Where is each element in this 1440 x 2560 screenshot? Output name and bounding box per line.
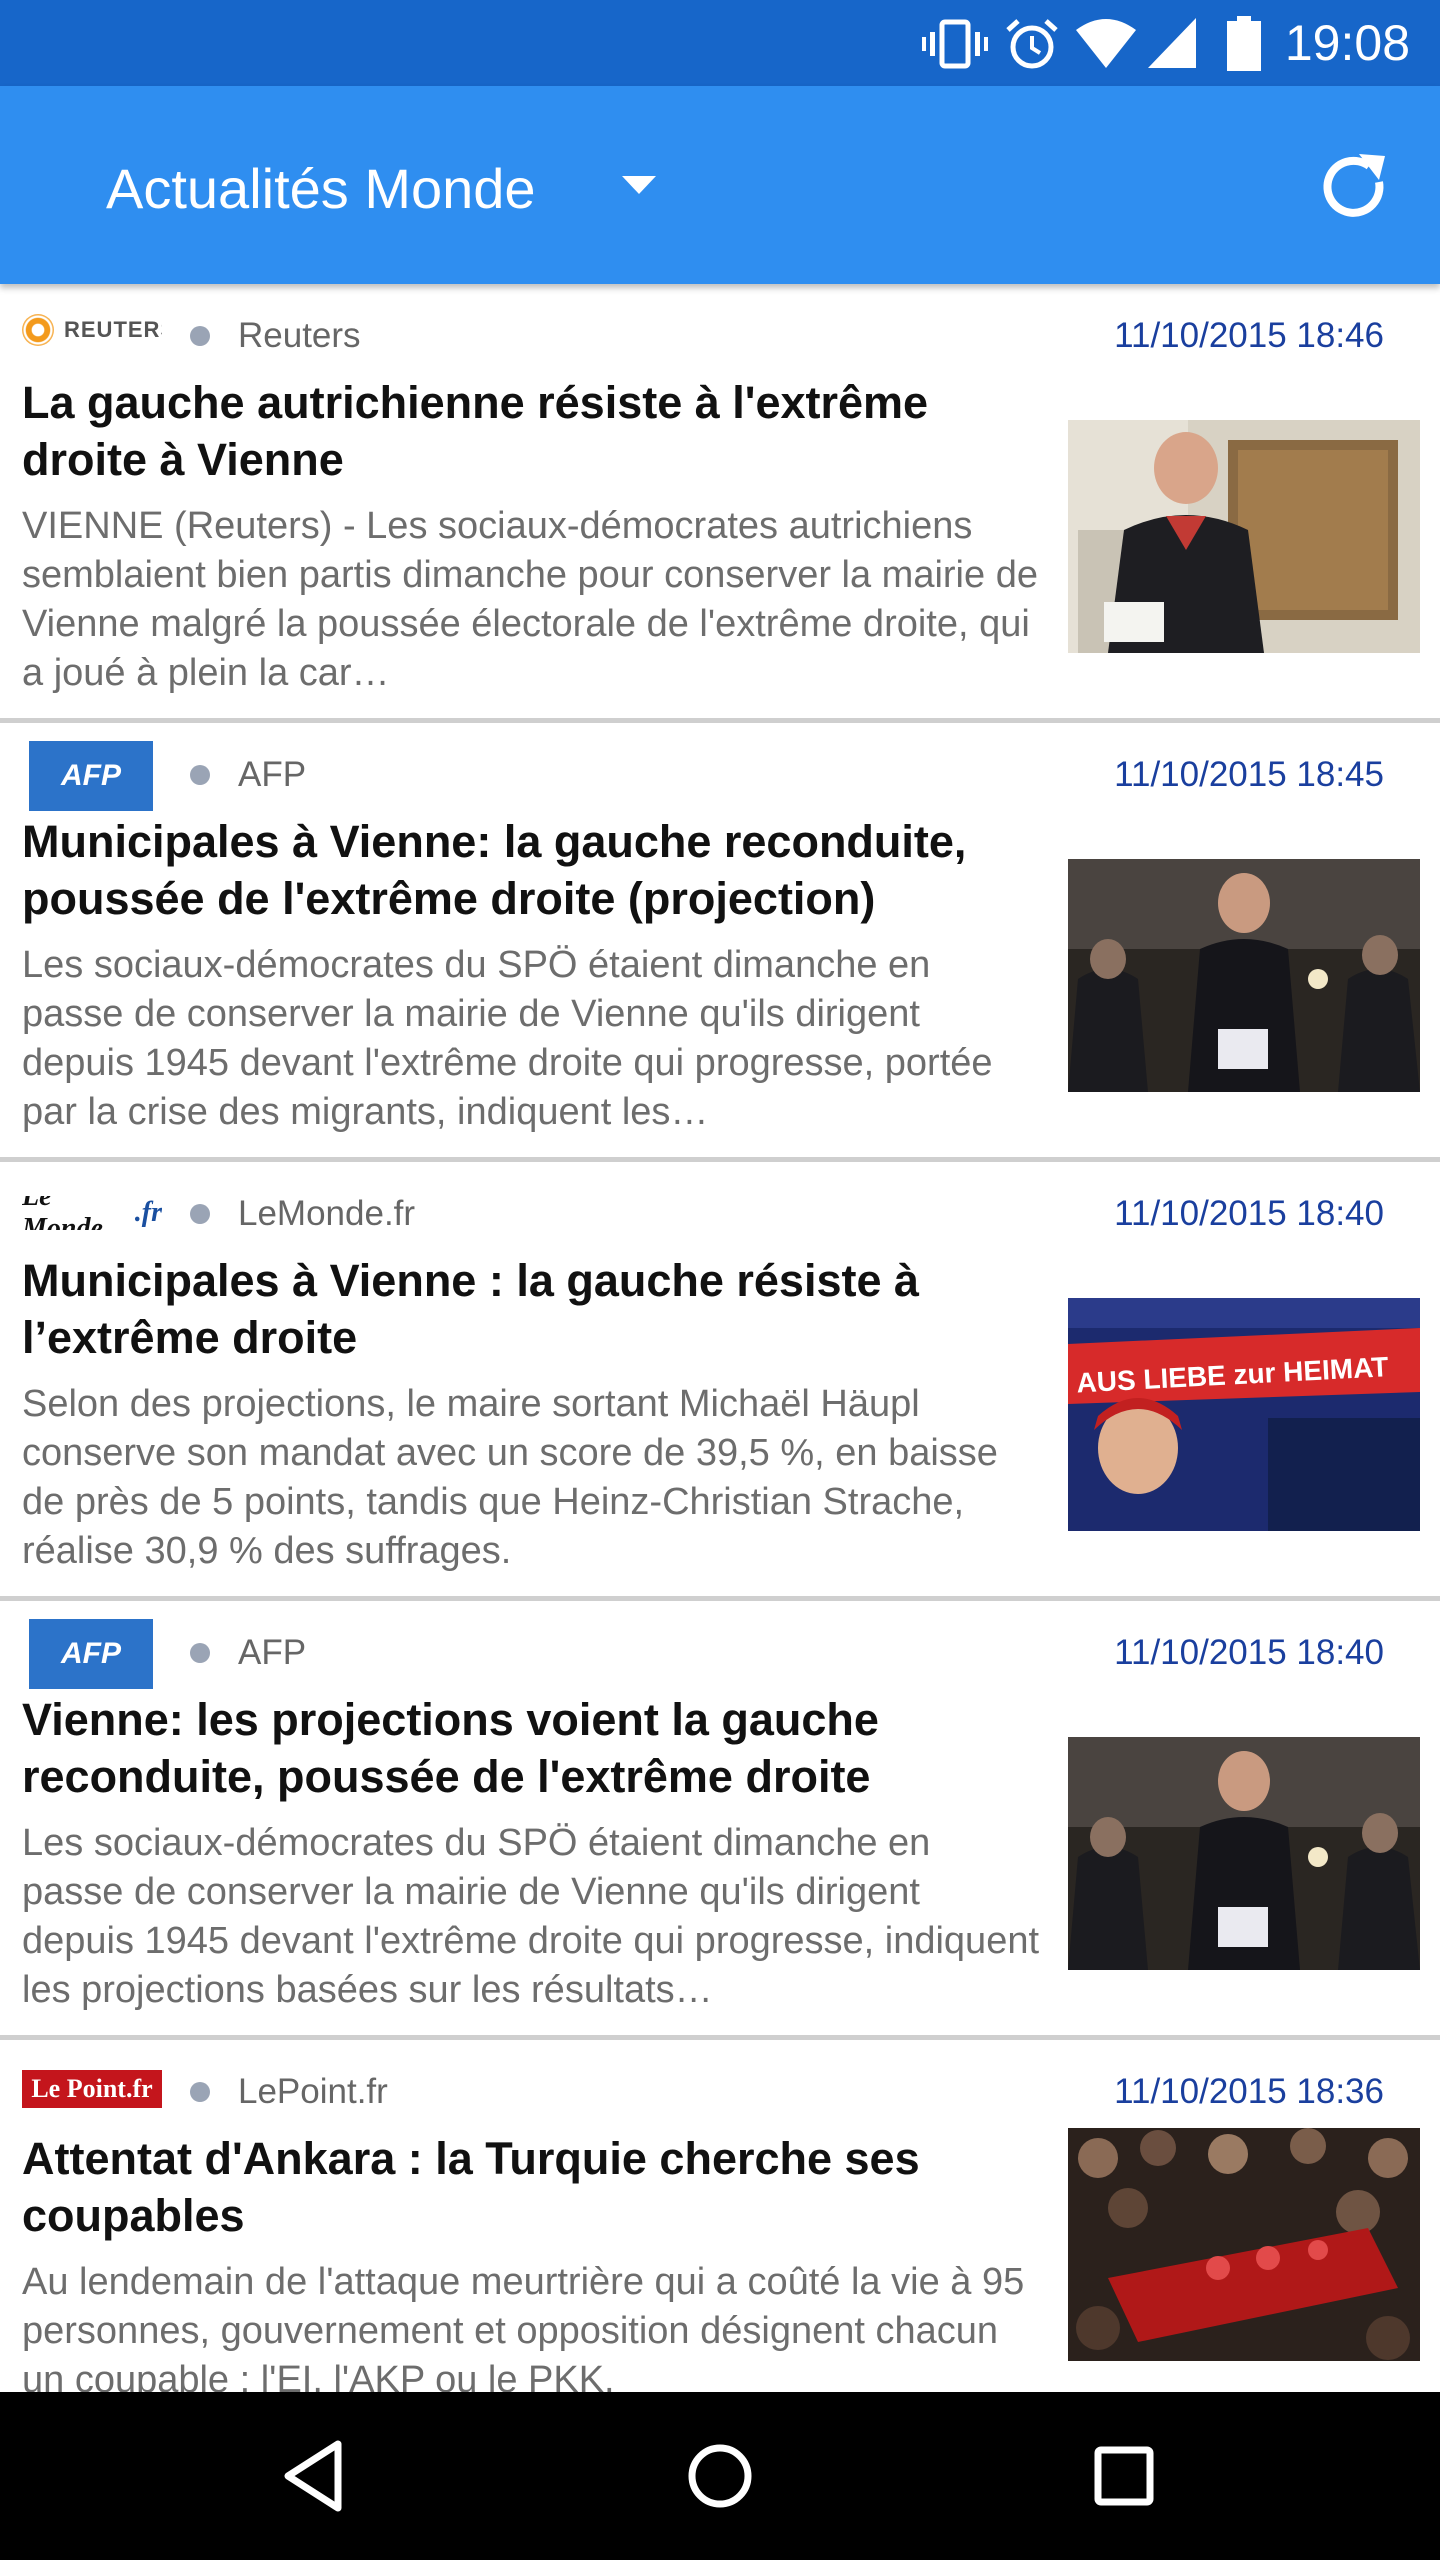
source-dot-icon [190, 1643, 210, 1663]
lemonde-logo-suffix: .fr [134, 1197, 162, 1228]
article-card[interactable]: AFP AFP 11/10/2015 18:40 Vienne: les pro… [0, 1601, 1440, 2040]
vibrate-icon [922, 19, 988, 69]
article-title[interactable]: Attentat d'Ankara : la Turquie cherche s… [22, 2130, 1042, 2244]
lepoint-logo: Le Point.fr [22, 2070, 162, 2108]
status-time: 19:08 [1284, 15, 1410, 71]
recents-square-icon[interactable] [1084, 2436, 1164, 2516]
article-card[interactable]: AFP AFP 11/10/2015 18:45 Municipales à V… [0, 723, 1440, 1162]
article-title[interactable]: Municipales à Vienne : la gauche résiste… [22, 1252, 1042, 1366]
app-bar: Actualités Monde [0, 86, 1440, 284]
source-dot-icon [190, 326, 210, 346]
reuters-logo-text: REUTERS [64, 317, 162, 342]
source-name: AFP [238, 755, 307, 794]
article-date: 11/10/2015 18:40 [1114, 1633, 1384, 1672]
article-summary: VIENNE (Reuters) - Les sociaux-démocrate… [22, 505, 1038, 694]
source-dot-icon [190, 765, 210, 785]
category-title[interactable]: Actualités Monde [106, 156, 536, 222]
article-summary: Les sociaux-démocrates du SPÖ étaient di… [22, 1822, 1040, 2011]
signal-icon [1148, 18, 1196, 68]
article-card[interactable]: Le Monde .fr LeMonde.fr 11/10/2015 18:40 … [0, 1162, 1440, 1601]
navigation-bar [0, 2392, 1440, 2560]
dropdown-arrow-icon[interactable] [620, 174, 658, 196]
back-triangle-icon[interactable] [276, 2436, 356, 2516]
afp-logo-text: AFP [61, 1637, 121, 1670]
article-thumbnail[interactable] [1068, 2128, 1420, 2361]
lemonde-logo-text: Le Monde [22, 1196, 103, 1230]
article-thumbnail[interactable] [1068, 420, 1420, 653]
article-title[interactable]: Municipales à Vienne: la gauche recondui… [22, 813, 1042, 927]
source-name: Reuters [238, 316, 361, 355]
battery-icon [1227, 16, 1261, 71]
article-title[interactable]: La gauche autrichienne résiste à l'extrê… [22, 374, 1042, 488]
news-feed[interactable]: REUTERS Reuters 11/10/2015 18:46 La gauc… [0, 284, 1440, 2392]
lemonde-logo: Le Monde .fr [22, 1196, 162, 1230]
article-date: 11/10/2015 18:40 [1114, 1194, 1384, 1233]
article-date: 11/10/2015 18:36 [1114, 2072, 1384, 2111]
reuters-logo: REUTERS [22, 314, 162, 346]
article-summary: Selon des projections, le maire sortant … [22, 1383, 998, 1572]
article-card[interactable]: Le Point.fr LePoint.fr 11/10/2015 18:36 … [0, 2040, 1440, 2392]
article-summary: Au lendemain de l'attaque meurtrière qui… [22, 2261, 1025, 2392]
refresh-icon[interactable] [1315, 146, 1395, 226]
source-dot-icon [190, 2082, 210, 2102]
article-thumbnail[interactable] [1068, 1737, 1420, 1970]
article-thumbnail[interactable]: AUS LIEBE zur HEIMAT [1068, 1298, 1420, 1531]
afp-logo-text: AFP [61, 759, 121, 792]
source-name: LePoint.fr [238, 2072, 388, 2111]
article-thumbnail[interactable] [1068, 859, 1420, 1092]
afp-logo: AFP [29, 741, 153, 811]
home-circle-icon[interactable] [680, 2436, 760, 2516]
wifi-icon [1076, 19, 1136, 68]
source-dot-icon [190, 1204, 210, 1224]
article-date: 11/10/2015 18:45 [1114, 755, 1384, 794]
source-name: AFP [238, 1633, 307, 1672]
status-bar: 19:08 [0, 0, 1440, 86]
source-name: LeMonde.fr [238, 1194, 416, 1233]
article-summary: Les sociaux-démocrates du SPÖ étaient di… [22, 944, 993, 1133]
lepoint-logo-text: Le Point.fr [31, 2074, 153, 2103]
article-date: 11/10/2015 18:46 [1114, 316, 1384, 355]
afp-logo: AFP [29, 1619, 153, 1689]
article-title[interactable]: Vienne: les projections voient la gauche… [22, 1691, 1042, 1805]
reuters-mark-icon [22, 314, 54, 346]
article-card[interactable]: REUTERS Reuters 11/10/2015 18:46 La gauc… [0, 284, 1440, 723]
alarm-icon [1006, 19, 1058, 69]
